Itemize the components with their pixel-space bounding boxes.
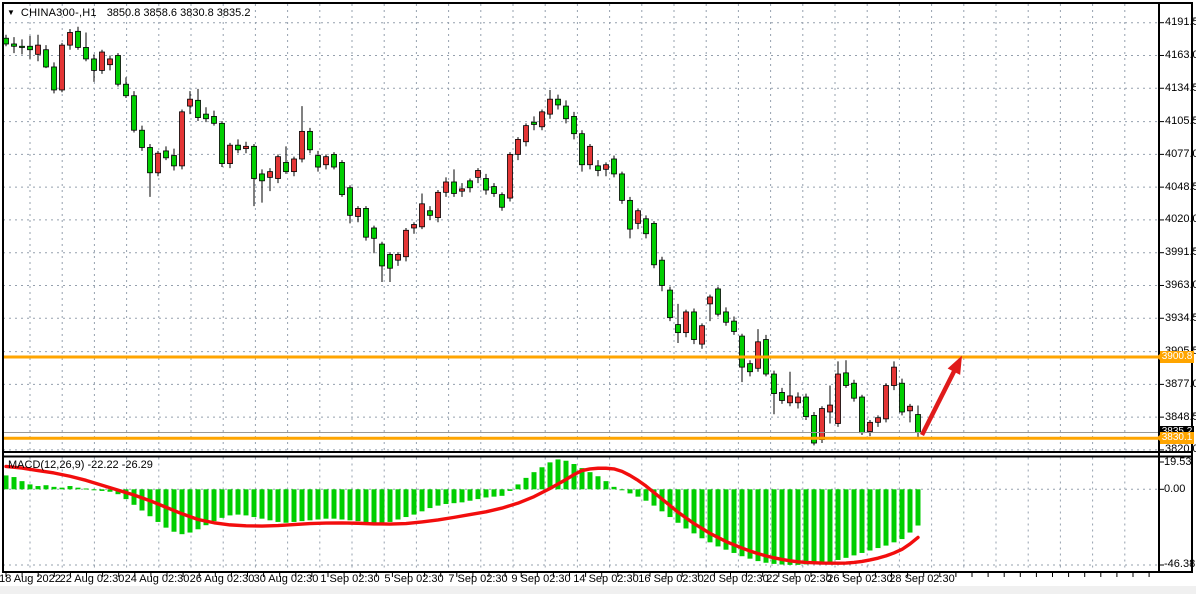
price-axis-label: 4105.5 [1165, 115, 1196, 128]
symbol-period-label: CHINA300-,H1 [21, 7, 97, 19]
price-axis-label: 3991.5 [1165, 246, 1196, 259]
ohlc-values-label: 3850.8 3858.6 3830.8 3835.2 [107, 7, 251, 19]
price-axis-label: 3848.5 [1165, 411, 1196, 424]
macd-axis-label: -46.38 [1164, 558, 1195, 571]
price-axis-label: 3934.5 [1165, 312, 1196, 325]
macd-axis-label: 19.53 [1164, 456, 1192, 469]
macd-values: -22.22 -26.29 [87, 459, 152, 471]
time-axis-label: 22 Aug 02:30 [60, 572, 125, 586]
price-axis-label: 3963.0 [1165, 279, 1196, 292]
price-axis-label: 4020.0 [1165, 213, 1196, 226]
time-axis-label: 14 Sep 02:30 [573, 572, 638, 586]
time-axis-label: 30 Aug 02:30 [254, 572, 319, 586]
time-axis-label: 9 Sep 02:30 [511, 572, 570, 586]
chart-title: ▼ CHINA300-,H1 3850.8 3858.6 3830.8 3835… [7, 7, 250, 19]
time-axis-label: 28 Sep 02:30 [889, 572, 954, 586]
macd-indicator-label: MACD(12,26,9) -22.22 -26.29 [8, 459, 153, 471]
time-axis-label: 1 Sep 02:30 [320, 572, 379, 586]
time-axis-label: 24 Aug 02:30 [125, 572, 190, 586]
macd-axis-label: 0.00 [1164, 483, 1185, 496]
price-axis-label: 4134.5 [1165, 82, 1196, 95]
macd-name: MACD(12,26,9) [8, 459, 84, 471]
window-bottom-strip [0, 586, 1196, 594]
support-line-price-tag: 3830.1 [1160, 432, 1194, 444]
time-axis-label: 18 Aug 2022 [0, 572, 61, 586]
time-axis-label: 26 Sep 02:30 [827, 572, 892, 586]
time-axis-label: 7 Sep 02:30 [448, 572, 507, 586]
price-axis-label: 3820.0 [1165, 443, 1196, 456]
time-axis-label: 20 Sep 02:30 [703, 572, 768, 586]
time-axis-label: 16 Sep 02:30 [638, 572, 703, 586]
time-axis-label: 5 Sep 02:30 [384, 572, 443, 586]
price-axis-label: 4191.5 [1165, 16, 1196, 29]
price-axis-label: 4163.0 [1165, 49, 1196, 62]
resistance-line-price-tag: 3900.8 [1160, 351, 1194, 363]
macd-indicator [4, 459, 921, 564]
candlestick-series [4, 27, 921, 446]
trend-arrow [922, 356, 962, 435]
symbol-dropdown-icon[interactable]: ▼ [7, 8, 15, 18]
price-lines [3, 357, 1159, 438]
time-axis-label: 26 Aug 02:30 [190, 572, 255, 586]
price-axis-label: 4077.0 [1165, 148, 1196, 161]
chart-canvas[interactable] [0, 0, 1196, 594]
price-axis-label: 4048.5 [1165, 181, 1196, 194]
chart-window: ▼ CHINA300-,H1 3850.8 3858.6 3830.8 3835… [0, 0, 1196, 594]
price-axis-label: 3877.0 [1165, 378, 1196, 391]
time-axis-label: 22 Sep 02:30 [766, 572, 831, 586]
